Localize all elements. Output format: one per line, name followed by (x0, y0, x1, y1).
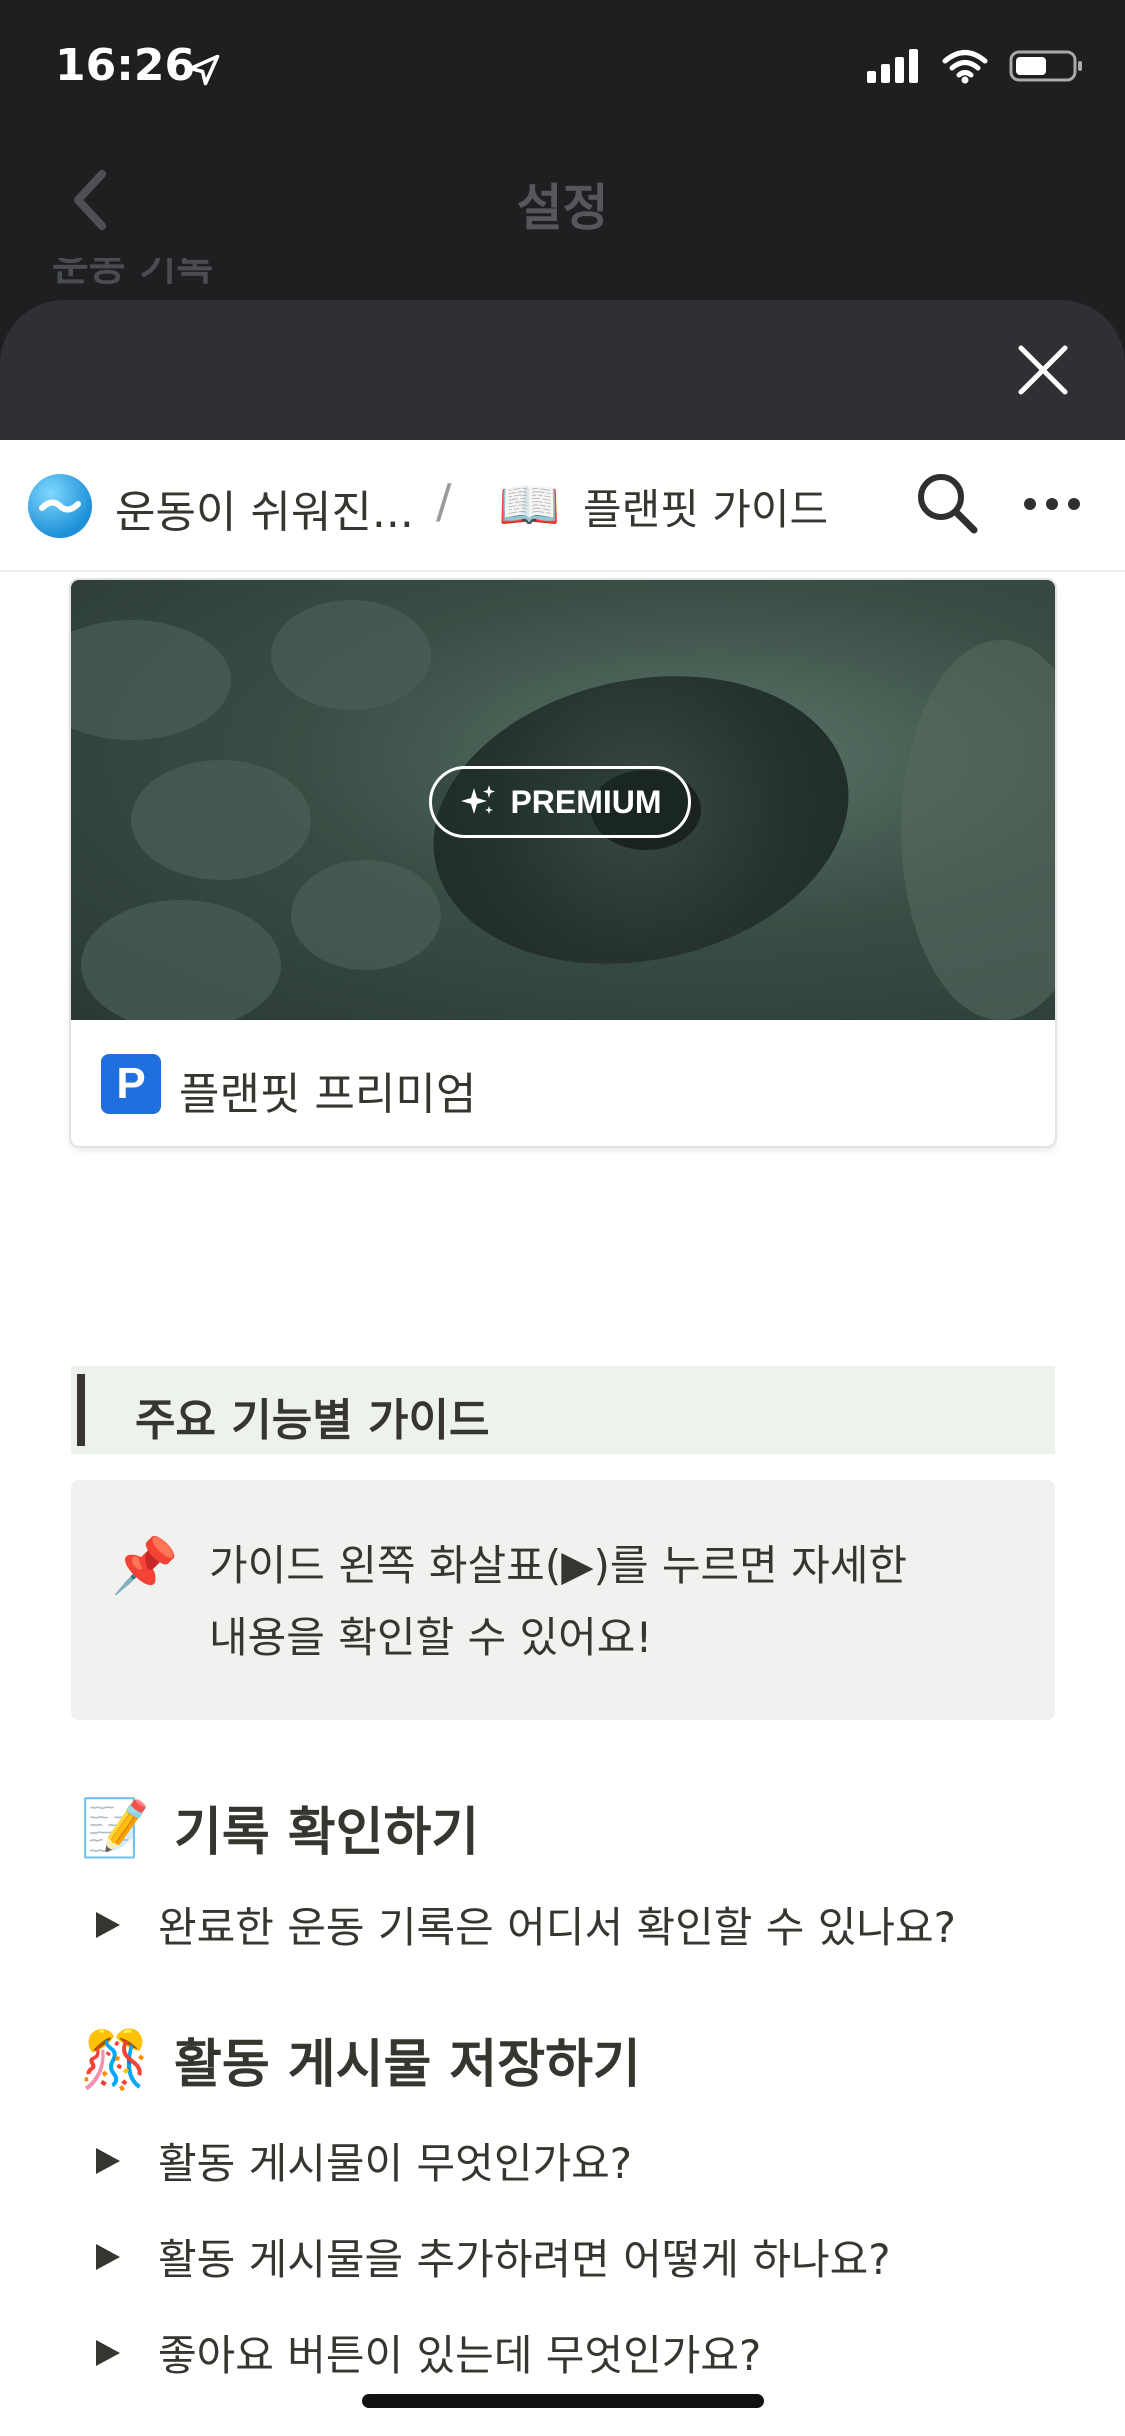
toggle-item[interactable]: 활동 게시물을 추가하려면 어떻게 하나요? (96, 2226, 891, 2287)
pushpin-icon: 📌 (111, 1534, 179, 1597)
toggle-arrow-icon[interactable] (96, 2339, 120, 2366)
section-title: 기록 확인하기 (174, 1803, 480, 1863)
book-icon: 📖 (498, 476, 561, 534)
toggle-label: 활동 게시물을 추가하려면 어떻게 하나요? (158, 2235, 891, 2284)
premium-link-card[interactable]: PREMIUM P 플랜핏 프리미엄 (71, 580, 1055, 1146)
breadcrumb-page[interactable]: 플랜핏 가이드 (583, 476, 828, 537)
background-ghost-text: 운동 기록 (52, 258, 214, 284)
toggle-label: 완료한 운동 기록은 어디서 확인할 수 있나요? (158, 1903, 956, 1952)
battery-icon (1009, 48, 1085, 88)
toggle-arrow-icon[interactable] (96, 1911, 120, 1938)
toggle-item[interactable]: 활동 게시물이 무엇인가요? (96, 2130, 632, 2191)
signal-icon (867, 49, 921, 87)
background-page-title: 설정 (516, 179, 609, 237)
home-indicator[interactable] (362, 2394, 764, 2408)
premium-badge-label: PREMIUM (510, 783, 662, 820)
callout-line-2: 내용을 확인할 수 있어요! (209, 1613, 653, 1662)
section-heading: 📝 기록 확인하기 (80, 1790, 479, 1865)
p-square-icon: P (101, 1054, 161, 1114)
more-options-button[interactable] (1022, 494, 1082, 514)
toggle-label: 활동 게시물이 무엇인가요? (158, 2139, 633, 2188)
premium-badge: PREMIUM (429, 766, 691, 838)
confetti-icon: 🎊 (80, 2027, 150, 2093)
status-bar: 16:26 (0, 0, 1125, 140)
premium-cover-image: PREMIUM (71, 580, 1055, 1020)
page-topbar: 운동이 쉬워진... / 📖 플랜핏 가이드 (0, 440, 1125, 572)
location-arrow-icon (186, 52, 222, 92)
toggle-arrow-icon[interactable] (96, 2147, 120, 2174)
section-header-text: 주요 기능별 가이드 (135, 1395, 490, 1446)
more-dots-icon (1024, 498, 1080, 510)
section-title: 활동 게시물 저장하기 (174, 2035, 641, 2095)
close-button[interactable] (1017, 344, 1069, 396)
status-time: 16:26 (55, 40, 196, 91)
memo-icon: 📝 (80, 1795, 150, 1861)
toggle-item[interactable]: 좋아요 버튼이 있는데 무엇인가요? (96, 2322, 761, 2383)
toggle-arrow-icon[interactable] (96, 2243, 120, 2270)
callout-line-1: 가이드 왼쪽 화살표(▶)를 누르면 자세한 (209, 1541, 908, 1590)
premium-card-footer: P 플랜핏 프리미엄 (71, 1020, 1055, 1146)
section-header-quote: 주요 기능별 가이드 (71, 1366, 1055, 1454)
search-button[interactable] (914, 470, 980, 536)
breadcrumb-separator: / (436, 474, 452, 528)
sheet-header (0, 300, 1125, 440)
toggle-item[interactable]: 완료한 운동 기록은 어디서 확인할 수 있나요? (96, 1894, 956, 1955)
breadcrumb-workspace[interactable]: 운동이 쉬워진... (115, 476, 414, 540)
premium-card-title: 플랜핏 프리미엄 (179, 1069, 477, 1120)
search-icon (918, 474, 978, 534)
background-nav-header: 설정 (0, 140, 1125, 260)
workspace-icon[interactable] (28, 474, 92, 538)
wifi-icon (941, 48, 989, 88)
callout-text: 가이드 왼쪽 화살표(▶)를 누르면 자세한 내용을 확인할 수 있어요! (209, 1530, 1029, 1674)
sparkle-icon (461, 785, 496, 814)
info-callout: 📌 가이드 왼쪽 화살표(▶)를 누르면 자세한 내용을 확인할 수 있어요! (71, 1480, 1055, 1720)
section-heading: 🎊 활동 게시물 저장하기 (80, 2022, 641, 2097)
quote-bar (77, 1374, 85, 1446)
close-icon (1018, 345, 1068, 395)
toggle-label: 좋아요 버튼이 있는데 무엇인가요? (158, 2331, 762, 2380)
